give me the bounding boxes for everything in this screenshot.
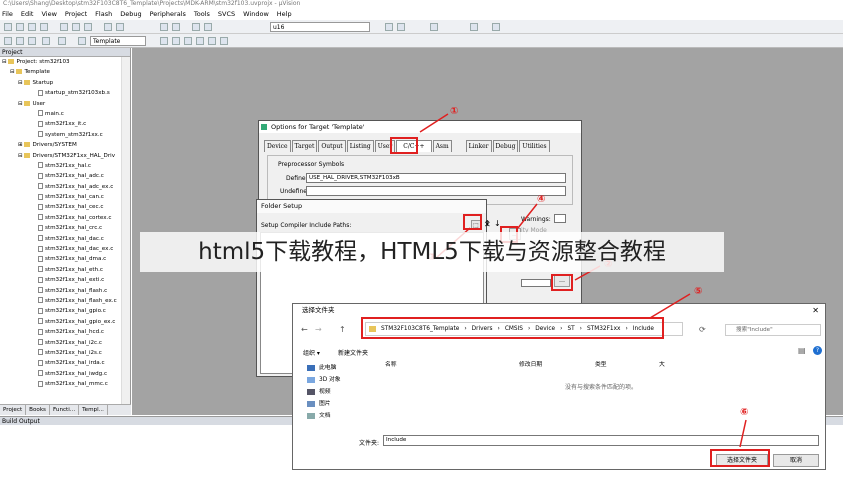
watermark-text: html5下载教程，HTML5下载与资源整合教程 [198,239,666,265]
